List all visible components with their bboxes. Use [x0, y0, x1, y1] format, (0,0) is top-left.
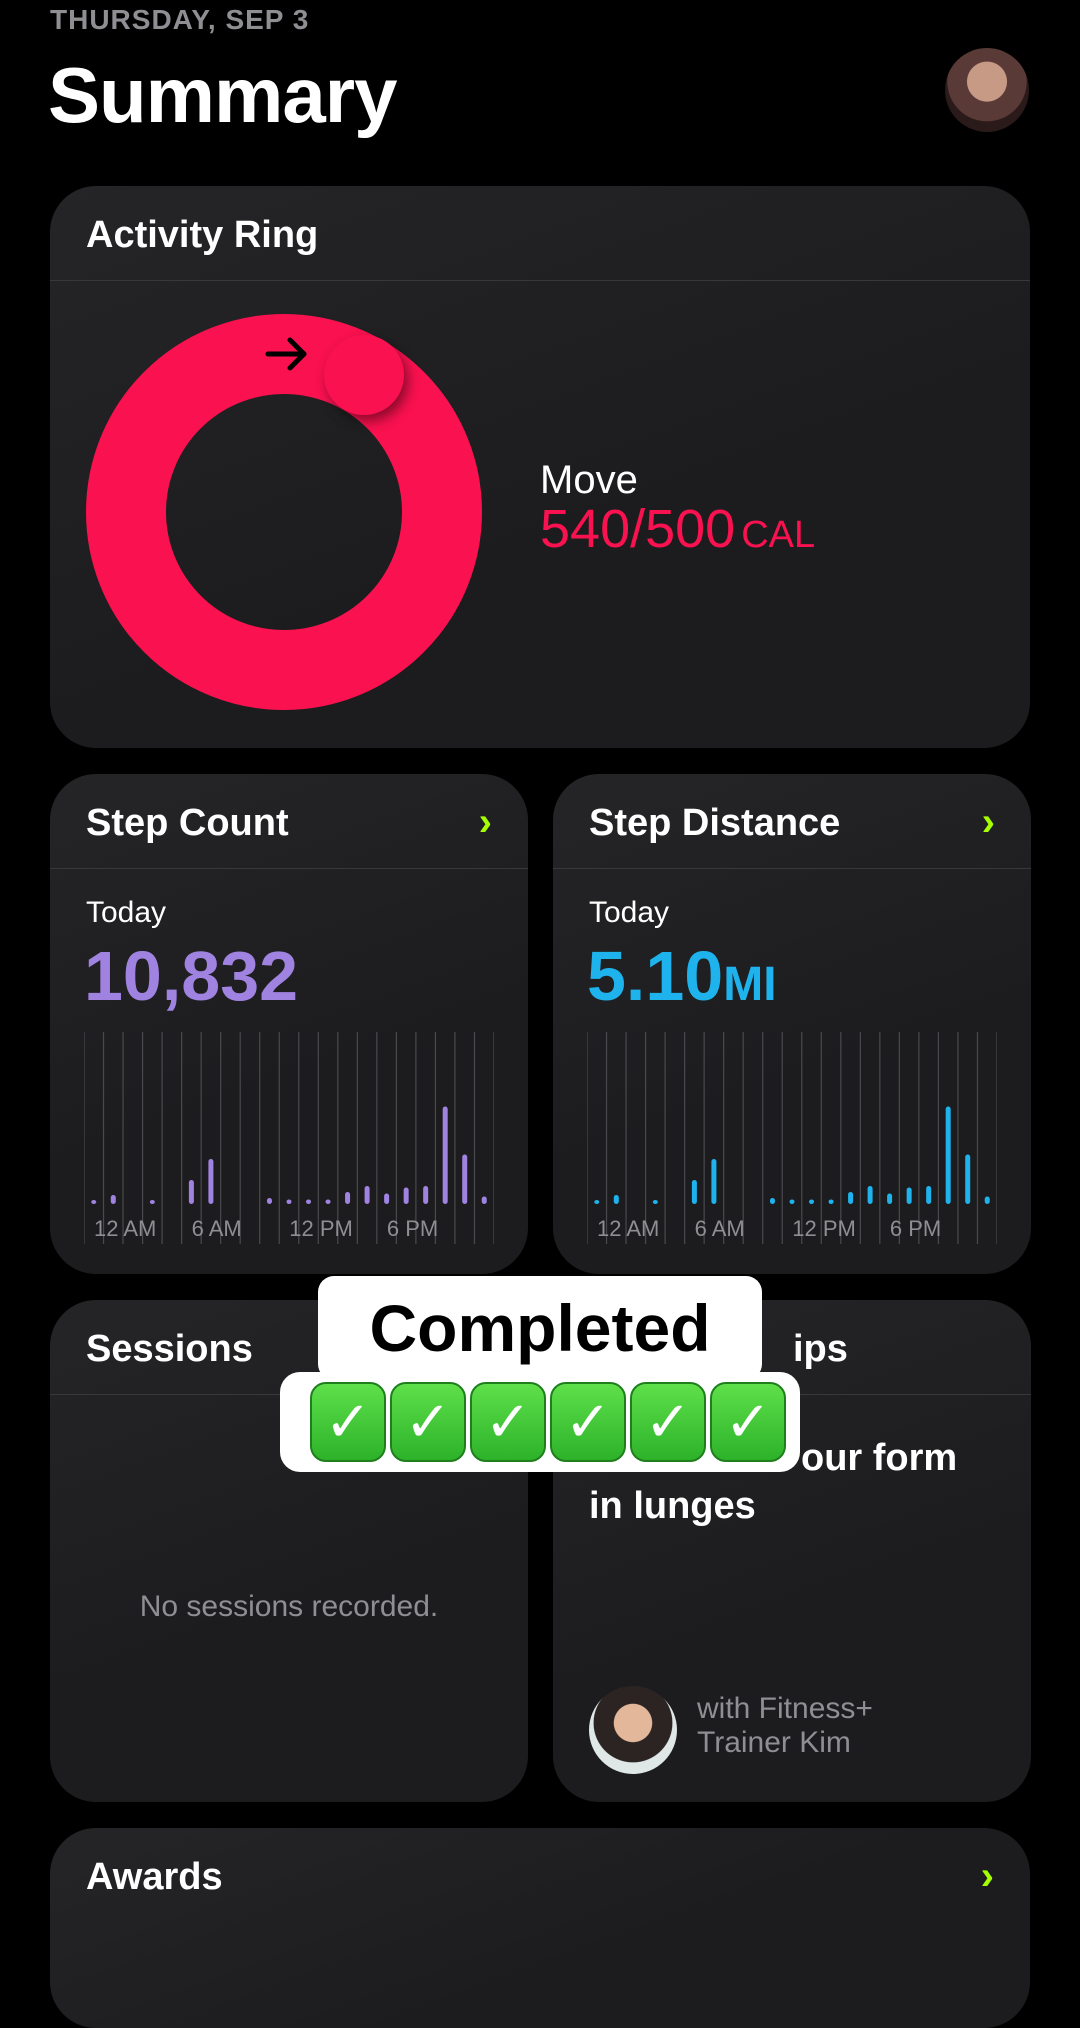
card-title: Sessions: [86, 1328, 253, 1370]
card-title: Awards: [86, 1856, 223, 1898]
chart-bar: [828, 1199, 834, 1204]
trainer-line1: with Fitness+: [697, 1692, 873, 1725]
checkmark-row: ✓ ✓ ✓ ✓ ✓ ✓: [310, 1382, 786, 1462]
x-tick-label: 12 PM: [289, 1216, 353, 1241]
x-tick-label: 12 AM: [94, 1216, 156, 1241]
x-tick-label: 6 PM: [387, 1216, 438, 1241]
date-label: THURSDAY, SEP 3: [50, 4, 310, 35]
chart-bar: [711, 1159, 717, 1204]
chart-bar: [848, 1192, 854, 1204]
check-mark-icon: ✓: [470, 1382, 546, 1462]
x-tick-label: 6 PM: [890, 1216, 941, 1241]
move-ring-cap: [324, 335, 404, 415]
chart-bar: [906, 1187, 912, 1204]
step-count-chart: 12 AM 6 AM 12 PM 6 PM: [84, 1032, 494, 1244]
step-count-card[interactable]: Step Count › Today 10,832 12 AM 6 AM 12 PM…: [50, 774, 528, 1274]
tip-text-line2: in lunges: [589, 1485, 756, 1527]
chart-bar: [691, 1180, 697, 1204]
chart-bar: [306, 1199, 312, 1204]
x-tick-label: 12 AM: [597, 1216, 659, 1241]
x-tick-label: 6 AM: [192, 1216, 242, 1241]
chart-bar: [266, 1198, 272, 1204]
chart-bar: [481, 1196, 487, 1204]
check-mark-icon: ✓: [310, 1382, 386, 1462]
chart-bar: [423, 1186, 429, 1204]
x-tick-label: 12 PM: [792, 1216, 856, 1241]
chevron-right-icon[interactable]: ›: [479, 800, 492, 845]
step-distance-card[interactable]: Step Distance › Today 5.10MI 12 AM 6 AM 12…: [553, 774, 1031, 1274]
chevron-right-icon[interactable]: ›: [981, 1854, 994, 1899]
chart-bar: [887, 1193, 893, 1204]
card-title: Step Count: [86, 802, 289, 844]
card-title: Activity Ring: [86, 214, 319, 256]
chart-bar: [208, 1159, 214, 1204]
chart-bar: [462, 1154, 468, 1204]
chart-bar: [809, 1199, 815, 1204]
chevron-right-icon[interactable]: ›: [982, 800, 995, 845]
profile-avatar[interactable]: [945, 48, 1029, 132]
today-label: Today: [86, 896, 167, 929]
checkmarks-banner: ✓ ✓ ✓ ✓ ✓ ✓: [280, 1372, 800, 1472]
chart-bar: [110, 1195, 116, 1204]
page-title: Summary: [48, 51, 397, 139]
chart-bar: [286, 1199, 292, 1204]
chart-bar: [149, 1200, 155, 1204]
today-label: Today: [589, 896, 670, 929]
chart-bar: [652, 1200, 658, 1204]
move-value-number: 540/500: [540, 499, 736, 559]
chart-bar: [867, 1186, 873, 1204]
chart-bar: [984, 1196, 990, 1204]
step-distance-value: 5.10MI: [587, 936, 777, 1016]
step-distance-chart: 12 AM 6 AM 12 PM 6 PM: [587, 1032, 997, 1244]
chart-bar: [345, 1192, 351, 1204]
chart-bar: [403, 1187, 409, 1204]
distance-number: 5.10: [587, 937, 724, 1015]
chart-bar: [364, 1186, 370, 1204]
chart-bar: [945, 1106, 951, 1204]
move-value: 540/500 CAL: [540, 498, 815, 560]
check-mark-icon: ✓: [550, 1382, 626, 1462]
chart-bar: [594, 1200, 600, 1204]
trainer-line2: Trainer Kim: [697, 1726, 851, 1759]
card-title: ips: [793, 1328, 848, 1370]
check-mark-icon: ✓: [630, 1382, 706, 1462]
completed-text: Completed: [369, 1291, 711, 1365]
check-mark-icon: ✓: [710, 1382, 786, 1462]
chart-bar: [613, 1195, 619, 1204]
chart-bar: [442, 1106, 448, 1204]
chart-bar: [789, 1199, 795, 1204]
x-tick-label: 6 AM: [695, 1216, 745, 1241]
card-header: Step Count ›: [50, 774, 528, 869]
check-mark-icon: ✓: [390, 1382, 466, 1462]
chart-bar: [769, 1198, 775, 1204]
move-ring: [84, 312, 484, 712]
distance-unit: MI: [723, 958, 777, 1011]
chart-bar: [188, 1180, 194, 1204]
awards-card[interactable]: Awards ›: [50, 1828, 1030, 2028]
step-count-value: 10,832: [84, 937, 299, 1015]
trainer-avatar: [589, 1686, 677, 1774]
move-unit: CAL: [741, 514, 816, 556]
move-ring-track: [86, 314, 482, 710]
chart-bar: [965, 1154, 971, 1204]
trainer-credit: with Fitness+ Trainer Kim: [697, 1692, 997, 1760]
card-title: Step Distance: [589, 802, 841, 844]
activity-ring-card[interactable]: Activity Ring Move 540/500 CAL: [50, 186, 1030, 748]
chart-bar: [926, 1186, 932, 1204]
chart-bar: [91, 1200, 97, 1204]
move-label: Move: [540, 458, 638, 502]
card-header: Activity Ring: [50, 186, 1030, 281]
empty-state-text: No sessions recorded.: [139, 1590, 439, 1623]
chart-bar: [384, 1193, 390, 1204]
completed-banner: Completed: [318, 1276, 762, 1380]
chart-bar: [325, 1199, 331, 1204]
card-header: Step Distance ›: [553, 774, 1031, 869]
